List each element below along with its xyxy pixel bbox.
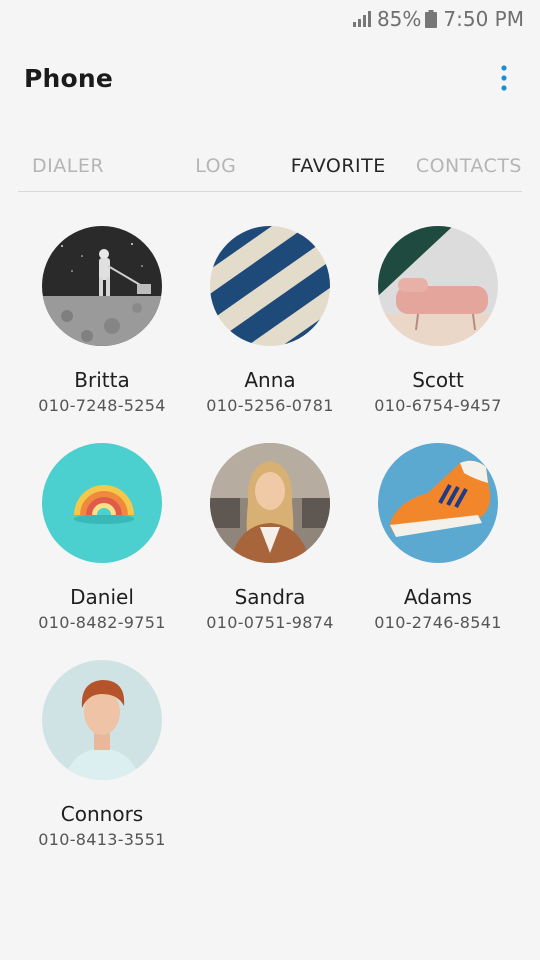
avatar: [42, 660, 162, 780]
avatar: [42, 443, 162, 563]
avatar: [42, 226, 162, 346]
contact-number: 010-2746-8541: [374, 613, 502, 632]
tab-bar: DIALER LOG FAVORITE CONTACTS: [18, 140, 522, 192]
page-title: Phone: [24, 63, 114, 93]
contact-name: Scott: [412, 368, 464, 392]
contact-number: 010-8413-3551: [38, 830, 166, 849]
tab-contacts[interactable]: CONTACTS: [400, 155, 523, 177]
favorite-contact[interactable]: Sandra 010-0751-9874: [186, 443, 354, 632]
contact-number: 010-0751-9874: [206, 613, 334, 632]
favorite-contact[interactable]: Daniel 010-8482-9751: [18, 443, 186, 632]
avatar: [210, 443, 330, 563]
tab-log[interactable]: LOG: [155, 155, 278, 177]
clock: 7:50 PM: [443, 7, 524, 31]
contact-name: Anna: [244, 368, 296, 392]
battery-percent: 85%: [376, 7, 422, 31]
avatar: [378, 443, 498, 563]
favorite-contact[interactable]: Connors 010-8413-3551: [18, 660, 186, 849]
contact-number: 010-8482-9751: [38, 613, 166, 632]
status-bar: 85% 7:50 PM: [0, 0, 540, 38]
contact-number: 010-5256-0781: [206, 396, 334, 415]
contact-name: Connors: [60, 802, 144, 826]
avatar: [378, 226, 498, 346]
favorite-contact[interactable]: Britta 010-7248-5254: [18, 226, 186, 415]
favorite-contact[interactable]: Adams 010-2746-8541: [354, 443, 522, 632]
avatar: [210, 226, 330, 346]
tab-dialer[interactable]: DIALER: [18, 155, 155, 177]
contact-number: 010-7248-5254: [38, 396, 166, 415]
tab-favorite[interactable]: FAVORITE: [277, 155, 400, 177]
signal-icon: [352, 11, 371, 27]
contact-number: 010-6754-9457: [374, 396, 502, 415]
contact-name: Sandra: [234, 585, 306, 609]
favorites-grid: Britta 010-7248-5254 Anna 010-5256-0781: [0, 226, 540, 849]
more-vertical-icon: [501, 65, 507, 91]
contact-name: Daniel: [70, 585, 134, 609]
contact-name: Adams: [403, 585, 473, 609]
phone-screen: 85% 7:50 PM Phone DIALER LOG FAVORITE CO…: [0, 0, 540, 960]
more-options-button[interactable]: [492, 58, 516, 98]
favorite-contact[interactable]: Anna 010-5256-0781: [186, 226, 354, 415]
favorite-contact[interactable]: Scott 010-6754-9457: [354, 226, 522, 415]
app-bar: Phone: [0, 54, 540, 102]
battery-icon: [425, 10, 438, 28]
contact-name: Britta: [74, 368, 130, 392]
